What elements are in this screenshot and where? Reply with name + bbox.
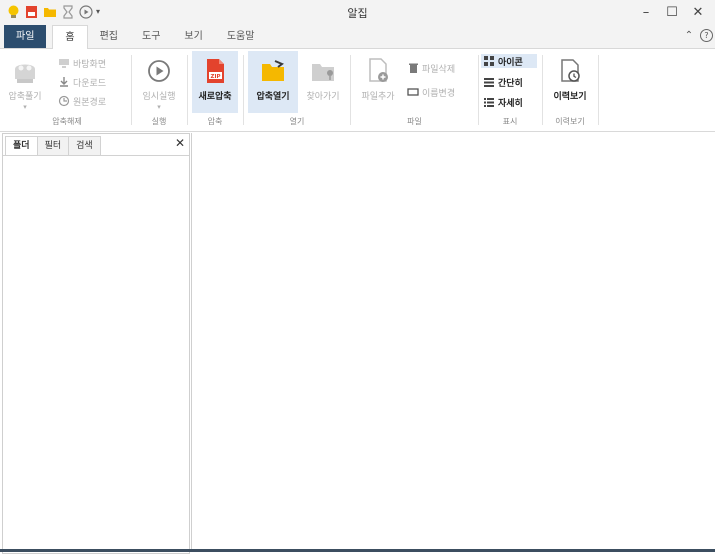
maximize-button[interactable]: ☐ bbox=[659, 2, 685, 22]
close-button[interactable]: ✕ bbox=[685, 2, 711, 22]
group-label-run: 실행 bbox=[151, 117, 167, 126]
close-panel-icon[interactable]: ✕ bbox=[175, 136, 185, 150]
extract-to-downloads-label: 다운로드 bbox=[73, 78, 107, 89]
find-location-button[interactable]: 찾아가기 bbox=[300, 51, 346, 102]
extract-to-downloads-button[interactable]: 다운로드 bbox=[58, 75, 106, 89]
open-folder-icon bbox=[262, 60, 284, 81]
grid-icon bbox=[483, 55, 495, 67]
add-file-label: 파일추가 bbox=[361, 92, 395, 102]
left-panel-tabs: 폴더 필터 검색 bbox=[5, 136, 101, 155]
delete-file-label: 파일삭제 bbox=[422, 64, 456, 75]
ribbon-divider bbox=[243, 55, 244, 125]
new-archive-button[interactable]: ZIP 새로압축 bbox=[192, 51, 238, 113]
minimize-button[interactable]: – bbox=[633, 2, 659, 22]
tab-search[interactable]: 검색 bbox=[68, 136, 101, 155]
extract-to-source-label: 원본경로 bbox=[73, 97, 107, 108]
find-location-label: 찾아가기 bbox=[306, 92, 340, 102]
source-path-icon bbox=[58, 95, 70, 107]
temp-run-dropdown-icon[interactable]: ▾ bbox=[157, 103, 161, 111]
history-label: 이력보기 bbox=[553, 92, 587, 102]
group-open: 압축열기 찾아가기 열기 bbox=[246, 49, 348, 129]
history-icon bbox=[561, 59, 580, 82]
ribbon: 압축풀기 ▾ 바탕화면 다운로드 원본경로 압축해제 임시실행 ▾ 실행 ZIP bbox=[0, 49, 715, 132]
menu-tab-bar: 파일 홈 편집 도구 보기 도움말 ⌃ ? bbox=[0, 24, 715, 50]
tab-filter[interactable]: 필터 bbox=[36, 136, 70, 155]
download-icon bbox=[58, 76, 70, 88]
zip-file-icon: ZIP bbox=[207, 59, 224, 83]
extract-label: 압축풀기 bbox=[8, 92, 42, 102]
view-icons-button[interactable]: 아이콘 bbox=[481, 54, 537, 68]
tab-view[interactable]: 보기 bbox=[172, 25, 214, 48]
list-icon bbox=[483, 76, 495, 88]
tab-edit[interactable]: 편집 bbox=[88, 25, 130, 48]
view-details-label: 자세히 bbox=[498, 98, 523, 109]
add-file-button[interactable]: 파일추가 bbox=[355, 51, 401, 102]
group-label-open: 열기 bbox=[289, 117, 305, 126]
tab-help[interactable]: 도움말 bbox=[215, 25, 267, 48]
rename-icon bbox=[407, 86, 419, 98]
open-archive-label: 압축열기 bbox=[256, 92, 290, 102]
group-label-file: 파일 bbox=[407, 117, 422, 126]
group-run: 임시실행 ▾ 실행 bbox=[133, 49, 185, 129]
temp-run-label: 임시실행 bbox=[142, 92, 176, 102]
group-label-view: 표시 bbox=[502, 117, 518, 126]
tab-folder[interactable]: 폴더 bbox=[5, 136, 38, 155]
extract-dropdown-icon[interactable]: ▾ bbox=[23, 103, 27, 111]
group-view: 아이콘 간단히 자세히 표시 bbox=[480, 49, 540, 129]
ribbon-divider bbox=[478, 55, 479, 125]
collapse-ribbon-icon[interactable]: ⌃ bbox=[682, 28, 696, 42]
group-label-history: 이력보기 bbox=[555, 117, 585, 126]
new-archive-label: 새로압축 bbox=[198, 92, 232, 102]
view-details-button[interactable]: 자세히 bbox=[483, 95, 523, 109]
view-simple-button[interactable]: 간단히 bbox=[483, 75, 523, 89]
monitor-icon bbox=[58, 57, 70, 69]
folder-pin-icon bbox=[312, 64, 334, 81]
ribbon-divider bbox=[542, 55, 543, 125]
extract-button[interactable]: 압축풀기 ▾ bbox=[6, 51, 44, 111]
view-icons-label: 아이콘 bbox=[498, 57, 523, 68]
rename-button[interactable]: 이름변경 bbox=[407, 85, 455, 99]
help-icon[interactable]: ? bbox=[700, 28, 713, 42]
temp-run-button[interactable]: 임시실행 ▾ bbox=[135, 51, 183, 111]
group-compress: ZIP 새로압축 압축 bbox=[190, 49, 240, 129]
file-list-area[interactable] bbox=[191, 133, 715, 552]
details-icon bbox=[483, 96, 495, 108]
group-label-compress: 압축 bbox=[207, 117, 223, 126]
tab-tools[interactable]: 도구 bbox=[130, 25, 172, 48]
view-simple-label: 간단히 bbox=[498, 78, 523, 89]
zip-badge: ZIP bbox=[210, 74, 220, 80]
ribbon-divider bbox=[598, 55, 599, 125]
tab-home[interactable]: 홈 bbox=[52, 25, 88, 50]
group-history: 이력보기 이력보기 bbox=[544, 49, 596, 129]
tab-file[interactable]: 파일 bbox=[4, 25, 47, 48]
window-title: 알집 bbox=[347, 7, 368, 20]
trash-icon bbox=[407, 62, 419, 74]
extract-icon bbox=[15, 64, 35, 83]
extract-to-desktop-button[interactable]: 바탕화면 bbox=[58, 56, 106, 70]
window-controls: – ☐ ✕ bbox=[633, 2, 711, 22]
play-circle-icon bbox=[148, 60, 170, 82]
group-file: 파일추가 파일삭제 이름변경 파일 bbox=[353, 49, 476, 129]
panel-tab-divider bbox=[3, 155, 189, 156]
history-button[interactable]: 이력보기 bbox=[546, 51, 594, 102]
ribbon-divider bbox=[350, 55, 351, 125]
left-panel: 폴더 필터 검색 ✕ bbox=[2, 133, 190, 554]
group-extract: 압축풀기 ▾ 바탕화면 다운로드 원본경로 압축해제 bbox=[4, 49, 130, 129]
extract-to-desktop-label: 바탕화면 bbox=[73, 59, 107, 70]
title-bar: ▾ 알집 – ☐ ✕ bbox=[0, 0, 715, 24]
ribbon-divider bbox=[187, 55, 188, 125]
add-file-icon bbox=[369, 58, 388, 82]
ribbon-divider bbox=[131, 55, 132, 125]
rename-label: 이름변경 bbox=[422, 88, 456, 99]
delete-file-button[interactable]: 파일삭제 bbox=[407, 61, 455, 75]
group-label-extract: 압축해제 bbox=[52, 117, 82, 126]
extract-to-source-button[interactable]: 원본경로 bbox=[58, 94, 106, 108]
open-archive-button[interactable]: 압축열기 bbox=[248, 51, 298, 113]
